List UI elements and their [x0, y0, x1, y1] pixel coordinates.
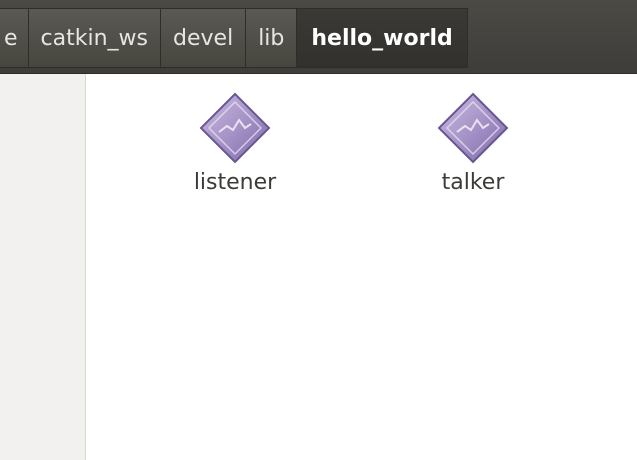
sidebar [0, 74, 86, 460]
breadcrumb-item-catkin-ws[interactable]: catkin_ws [28, 8, 162, 68]
breadcrumb: e catkin_ws devel lib hello_world [0, 8, 468, 68]
breadcrumb-item-lib[interactable]: lib [246, 8, 298, 68]
executable-icon [199, 92, 271, 164]
file-view: listener talker [87, 74, 637, 460]
file-name: listener [193, 170, 277, 195]
file-item-talker[interactable]: talker [398, 92, 548, 222]
breadcrumb-item-hello-world[interactable]: hello_world [297, 8, 468, 68]
breadcrumb-item-home[interactable]: e [0, 8, 29, 68]
executable-icon [437, 92, 509, 164]
path-bar: e catkin_ws devel lib hello_world [0, 0, 637, 74]
file-name: talker [441, 170, 505, 195]
file-item-listener[interactable]: listener [160, 92, 310, 222]
breadcrumb-item-devel[interactable]: devel [161, 8, 247, 68]
